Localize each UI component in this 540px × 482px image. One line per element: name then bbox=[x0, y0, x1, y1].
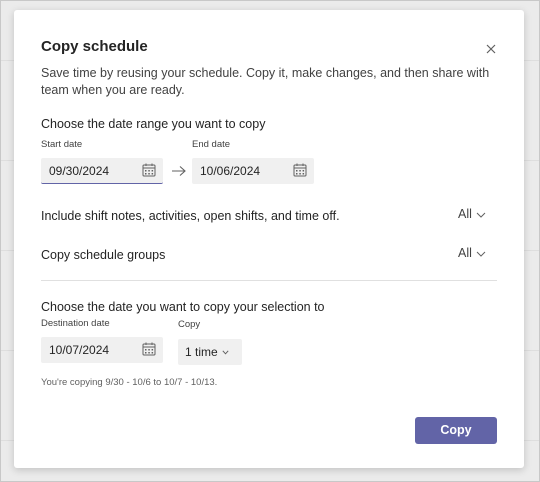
copy-count-value: 1 time bbox=[185, 345, 218, 359]
include-items-value: All bbox=[458, 207, 472, 221]
arrow-right-icon bbox=[172, 166, 186, 176]
dialog-description: Save time by reusing your schedule. Copy… bbox=[41, 66, 490, 97]
chevron-down-icon bbox=[476, 251, 486, 257]
destination-date-label: Destination date bbox=[41, 318, 110, 329]
destination-date-field[interactable]: 10/07/2024 bbox=[41, 337, 163, 363]
copy-summary: You're copying 9/30 - 10/6 to 10/7 - 10/… bbox=[41, 377, 218, 388]
schedule-groups-label: Copy schedule groups bbox=[41, 248, 166, 262]
copy-schedule-dialog: Copy schedule Save time by reusing your … bbox=[14, 10, 524, 468]
copy-count-dropdown[interactable]: 1 time bbox=[178, 339, 242, 365]
copy-count-label: Copy bbox=[178, 319, 201, 330]
destination-heading: Choose the date you want to copy your se… bbox=[41, 300, 325, 314]
copy-button[interactable]: Copy bbox=[415, 417, 497, 444]
include-items-label: Include shift notes, activities, open sh… bbox=[41, 209, 340, 223]
chevron-down-icon bbox=[476, 212, 486, 218]
schedule-groups-dropdown[interactable]: All bbox=[458, 246, 486, 260]
schedule-groups-value: All bbox=[458, 246, 472, 260]
end-date-value: 10/06/2024 bbox=[200, 164, 261, 178]
end-date-field[interactable]: 10/06/2024 bbox=[192, 158, 314, 184]
dialog-title: Copy schedule bbox=[41, 38, 148, 55]
start-date-value: 09/30/2024 bbox=[49, 164, 110, 178]
destination-date-value: 10/07/2024 bbox=[49, 343, 110, 357]
close-button[interactable] bbox=[484, 42, 498, 56]
calendar-icon[interactable] bbox=[293, 163, 307, 177]
chevron-down-icon bbox=[222, 350, 229, 355]
include-items-dropdown[interactable]: All bbox=[458, 207, 486, 221]
calendar-icon[interactable] bbox=[142, 342, 156, 356]
end-date-label: End date bbox=[192, 139, 231, 150]
section-divider bbox=[41, 280, 497, 281]
calendar-icon[interactable] bbox=[142, 163, 156, 177]
start-date-label: Start date bbox=[41, 139, 83, 150]
date-range-heading: Choose the date range you want to copy bbox=[41, 117, 266, 131]
start-date-field[interactable]: 09/30/2024 bbox=[41, 158, 163, 184]
close-icon bbox=[486, 44, 496, 54]
